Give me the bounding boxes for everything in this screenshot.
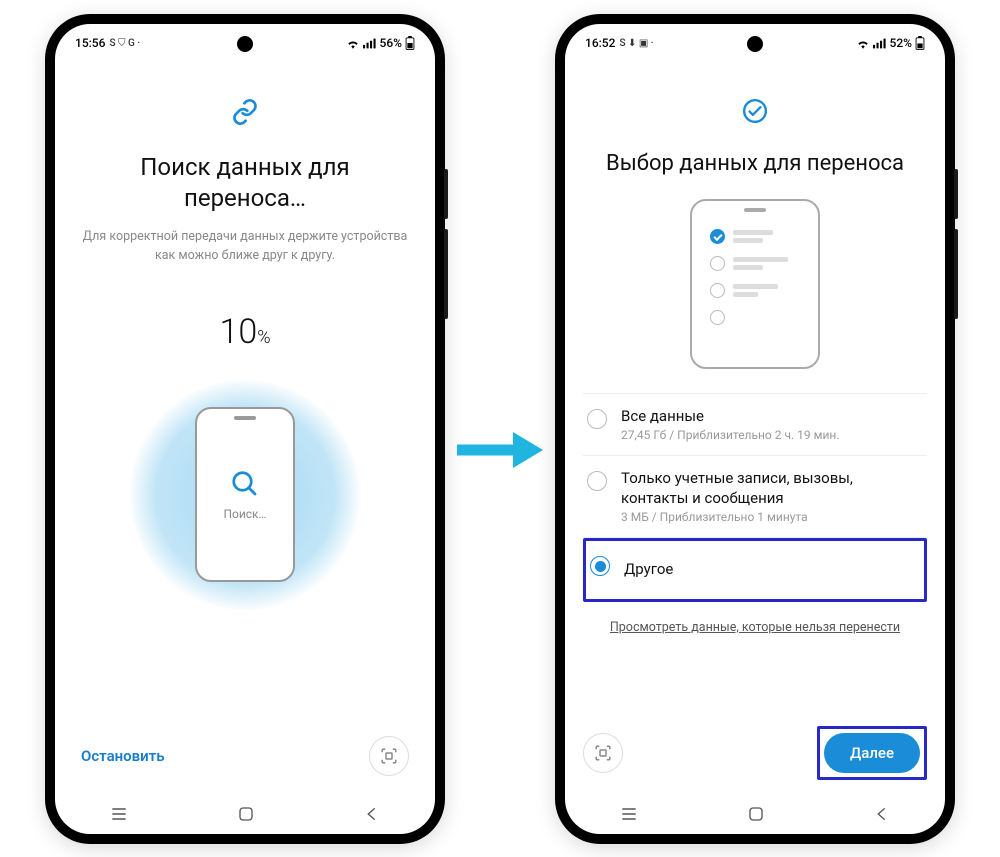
- radio-checked-icon: [590, 556, 610, 576]
- status-time: 16:52: [585, 36, 615, 50]
- camera-cutout: [237, 36, 253, 52]
- page-title: Выбор данных для переноса: [583, 150, 927, 179]
- battery-icon: [915, 36, 925, 50]
- progress-value: 10: [219, 312, 257, 352]
- scan-qr-button[interactable]: [369, 736, 409, 776]
- nav-recent-icon[interactable]: [109, 804, 129, 824]
- nav-home-icon[interactable]: [747, 805, 765, 823]
- option-other[interactable]: Другое: [583, 538, 927, 602]
- phone-mockup-right: 16:52 S ⬇ ▣ · 52% Выбор данных для перен…: [555, 14, 955, 844]
- option-title: Только учетные записи, вызовы, контакты …: [621, 469, 923, 508]
- selection-illustration: [690, 199, 820, 369]
- qr-scan-icon: [380, 747, 398, 765]
- signal-icon: [873, 38, 887, 49]
- signal-icon: [363, 38, 377, 49]
- radio-unchecked-icon: [587, 471, 607, 491]
- android-navbar: [565, 794, 945, 834]
- progress-percentage: 10%: [81, 312, 409, 352]
- phone-mockup-left: 15:56 S ⛉ G · 56% Поиск данных для перен…: [45, 14, 445, 844]
- stop-button[interactable]: Остановить: [81, 747, 165, 765]
- phone-side-button: [444, 229, 448, 319]
- status-time: 15:56: [75, 36, 105, 50]
- option-title: Все данные: [621, 407, 923, 427]
- option-title: Другое: [624, 554, 920, 586]
- nav-home-icon[interactable]: [237, 805, 255, 823]
- phone-side-button: [444, 169, 448, 219]
- option-subtitle: 3 МБ / Приблизительно 1 минута: [621, 510, 923, 524]
- qr-scan-icon: [594, 744, 612, 762]
- scan-qr-button[interactable]: [583, 733, 623, 773]
- status-notification-icons: S ⬇ ▣ ·: [619, 38, 653, 49]
- flow-arrow-icon: [455, 430, 545, 470]
- magnifier-icon: [230, 469, 260, 499]
- status-battery-text: 52%: [890, 36, 912, 50]
- view-untransferable-link[interactable]: Просмотреть данные, которые нельзя перен…: [583, 620, 927, 635]
- phone-side-button: [954, 229, 958, 319]
- option-all-data[interactable]: Все данные 27,45 Гб / Приблизительно 2 ч…: [583, 393, 927, 457]
- battery-icon: [405, 36, 415, 50]
- link-icon: [81, 98, 409, 130]
- nav-recent-icon[interactable]: [619, 804, 639, 824]
- wifi-icon: [856, 38, 870, 49]
- status-battery-text: 56%: [380, 36, 402, 50]
- search-label: Поиск…: [223, 507, 266, 521]
- nav-back-icon[interactable]: [363, 805, 381, 823]
- check-circle-icon: [583, 98, 927, 128]
- page-subtitle: Для корректной передачи данных держите у…: [81, 228, 409, 266]
- phone-side-button: [954, 169, 958, 219]
- transfer-options: Все данные 27,45 Гб / Приблизительно 2 ч…: [583, 393, 927, 602]
- page-title: Поиск данных для переноса…: [81, 152, 409, 214]
- wifi-icon: [346, 38, 360, 49]
- android-navbar: [55, 794, 435, 834]
- status-notification-icons: S ⛉ G ·: [109, 38, 140, 49]
- nav-back-icon[interactable]: [873, 805, 891, 823]
- search-animation: Поиск…: [130, 380, 360, 610]
- option-accounts-only[interactable]: Только учетные записи, вызовы, контакты …: [583, 456, 927, 538]
- option-subtitle: 27,45 Гб / Приблизительно 2 ч. 19 мин.: [621, 428, 923, 442]
- next-button[interactable]: Далее: [824, 733, 920, 773]
- radio-unchecked-icon: [587, 409, 607, 429]
- progress-unit: %: [257, 327, 270, 348]
- camera-cutout: [747, 36, 763, 52]
- next-button-highlight: Далее: [817, 726, 927, 780]
